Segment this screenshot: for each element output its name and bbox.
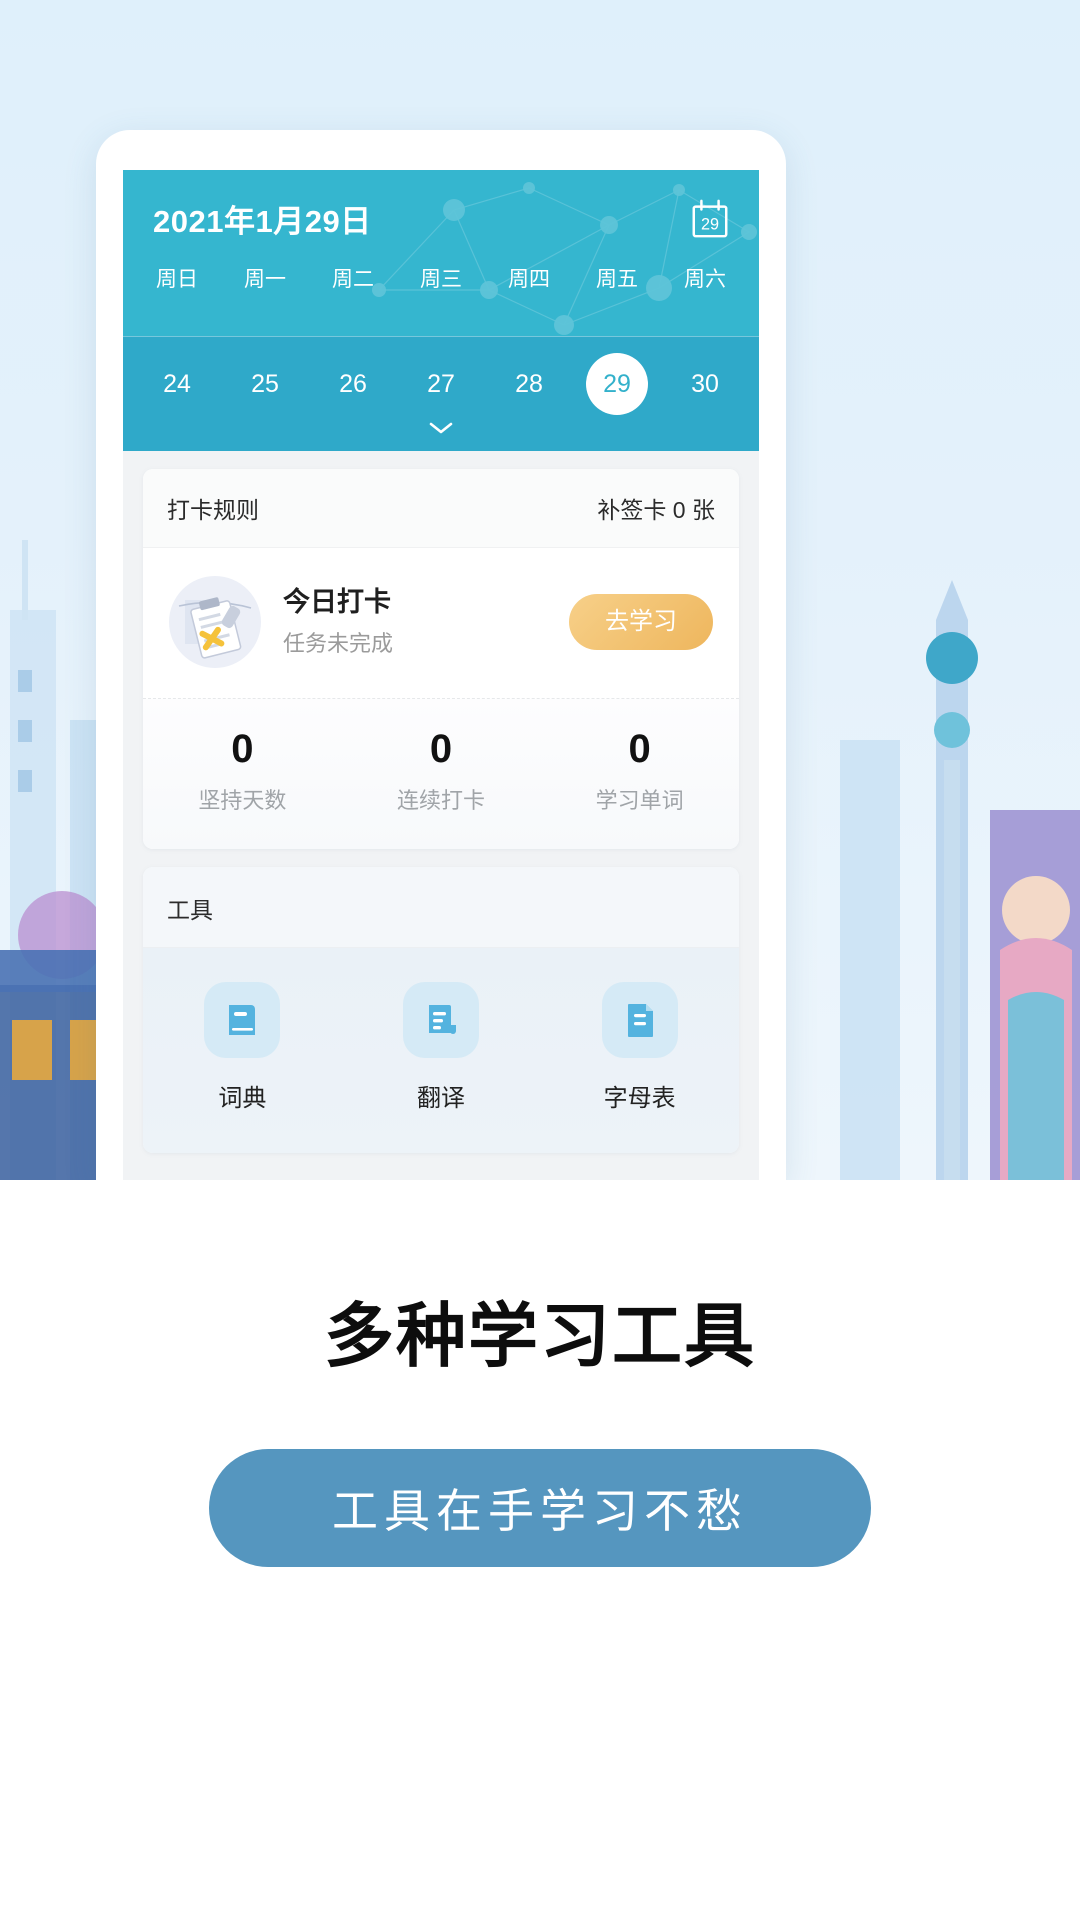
stat-persist-days-value: 0 [231,727,254,771]
promo-cta-button[interactable]: 工具在手学习不愁 [209,1449,871,1567]
date-cell-25[interactable]: 25 [221,353,309,415]
stat-streak-value: 0 [429,727,453,771]
tools-card: 工具 词典 翻译 字母表 [143,867,739,1153]
stat-words-label: 学习单词 [595,788,684,813]
weekday-tue: 周二 [332,268,374,291]
stat-persist-days-label: 坚持天数 [198,788,287,813]
calendar-dates-row: 24 25 26 27 28 29 30 [123,336,759,451]
stat-streak: 0 连续打卡 [342,727,541,815]
phone-frame: 2021年1月29日 29 周日 周一 周二 周三 周四 周五 周六 24 25… [96,130,786,1180]
makeup-card-count[interactable]: 补签卡 0 张 [597,491,715,525]
weekday-wed: 周三 [420,268,462,291]
chevron-down-icon [429,422,453,434]
calendar-icon[interactable]: 29 [689,198,731,240]
today-checkin-row: 今日打卡 任务未完成 去学习 [143,548,739,699]
stat-persist-days: 0 坚持天数 [143,727,342,815]
right-skyline-illustration [840,580,1080,1180]
expand-calendar-button[interactable] [123,420,759,441]
tool-translate-label: 翻译 [417,1085,465,1112]
page-title: 2021年1月29日 [153,204,372,239]
tools-card-header: 工具 [143,867,739,948]
calendar-icon-day: 29 [701,215,719,233]
tool-dictionary-label: 词典 [218,1085,267,1112]
tool-alphabet-label: 字母表 [603,1085,676,1112]
checkin-card-header: 打卡规则 补签卡 0 张 [143,469,739,548]
tool-alphabet[interactable]: 字母表 [540,982,739,1113]
checkin-card: 打卡规则 补签卡 0 张 今日打卡 任务未完成 去学习 0 坚持天数 0 连续打… [143,469,739,849]
date-cell-26[interactable]: 26 [309,353,397,415]
date-cell-27[interactable]: 27 [397,353,485,415]
weekday-thu: 周四 [508,268,550,291]
weekday-sun: 周日 [156,268,198,291]
date-cell-30[interactable]: 30 [661,353,749,415]
file-text-icon [601,982,678,1058]
checkin-illustration [169,576,261,668]
translate-document-icon [403,982,479,1058]
stat-words-value: 0 [628,727,651,771]
book-icon [204,982,281,1058]
date-cell-24[interactable]: 24 [133,353,221,415]
weekday-sat: 周六 [684,268,726,291]
weekday-fri: 周五 [596,268,638,291]
stat-streak-label: 连续打卡 [397,788,486,813]
checkin-title: 今日打卡 [283,587,391,618]
checkin-status: 任务未完成 [283,630,394,656]
date-cell-29-selected[interactable]: 29 [573,353,661,415]
promo-headline: 多种学习工具 [324,1297,756,1375]
checkin-rules-link[interactable]: 打卡规则 [167,491,259,525]
checkin-stats-row: 0 坚持天数 0 连续打卡 0 学习单词 [143,699,739,849]
tool-translate[interactable]: 翻译 [342,982,541,1113]
app-screen: 2021年1月29日 29 周日 周一 周二 周三 周四 周五 周六 24 25… [123,170,759,1180]
go-study-button[interactable]: 去学习 [569,594,713,650]
promo-section: 多种学习工具 工具在手学习不愁 [0,1180,1080,1920]
tool-dictionary[interactable]: 词典 [143,982,342,1113]
stat-words: 0 学习单词 [540,727,739,815]
date-cell-28[interactable]: 28 [485,353,573,415]
weekday-mon: 周一 [244,268,286,291]
weekday-row: 周日 周一 周二 周三 周四 周五 周六 [123,241,759,293]
calendar-header: 2021年1月29日 29 周日 周一 周二 周三 周四 周五 周六 [123,170,759,336]
hero-background: 2021年1月29日 29 周日 周一 周二 周三 周四 周五 周六 24 25… [0,0,1080,1180]
tools-grid: 词典 翻译 字母表 [143,948,739,1153]
